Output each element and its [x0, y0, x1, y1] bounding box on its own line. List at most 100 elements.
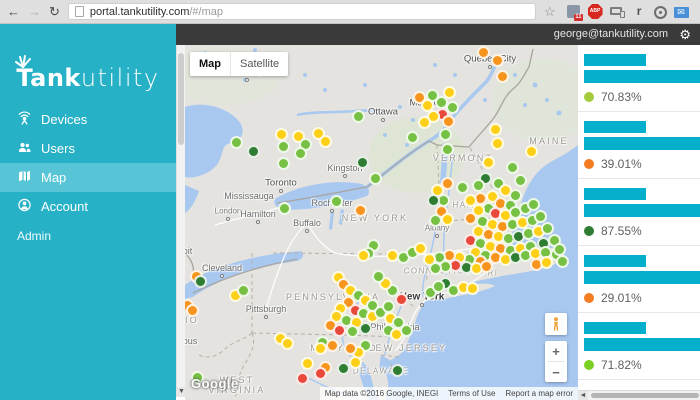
device-marker[interactable] — [333, 324, 346, 337]
device-marker[interactable] — [540, 256, 553, 269]
device-marker[interactable] — [314, 367, 327, 380]
device-marker[interactable] — [477, 46, 490, 59]
device-list-item[interactable]: 70.83% — [578, 45, 700, 112]
device-marker[interactable] — [354, 204, 367, 217]
device-marker[interactable] — [369, 172, 382, 185]
vertical-scrollbar-thumb[interactable] — [178, 53, 184, 145]
map-type-satellite-button[interactable]: Satellite — [231, 52, 288, 76]
url-bar[interactable]: portal.tankutility.com/#/map — [68, 3, 536, 20]
scroll-left-arrow-icon[interactable]: ◄ — [578, 391, 588, 400]
extension-badge-icon[interactable]: 11 — [566, 4, 581, 19]
vertical-scrollbar[interactable]: ▼ — [176, 45, 185, 397]
device-marker[interactable] — [414, 242, 427, 255]
sidebar-item-users[interactable]: Users — [0, 134, 176, 163]
device-marker[interactable] — [237, 284, 250, 297]
device-marker[interactable] — [359, 322, 372, 335]
browser-back-button[interactable]: ← — [7, 5, 20, 18]
device-marker[interactable] — [527, 198, 540, 211]
device-marker[interactable] — [464, 212, 477, 225]
device-marker[interactable] — [344, 342, 357, 355]
device-marker[interactable] — [541, 222, 554, 235]
sidebar-item-map[interactable]: Map — [0, 163, 176, 192]
terms-of-use-link[interactable]: Terms of Use — [448, 389, 495, 398]
device-list-item[interactable]: 29.01% — [578, 246, 700, 313]
device-marker[interactable] — [556, 255, 569, 268]
device-marker[interactable] — [186, 304, 199, 317]
device-marker[interactable] — [281, 337, 294, 350]
device-marker[interactable] — [472, 179, 485, 192]
horizontal-scrollbar-thumb[interactable] — [591, 393, 699, 398]
device-marker[interactable] — [432, 280, 445, 293]
device-marker[interactable] — [429, 262, 442, 275]
device-marker[interactable] — [441, 213, 454, 226]
device-marker[interactable] — [441, 177, 454, 190]
device-marker[interactable] — [525, 145, 538, 158]
bookmark-star-icon[interactable]: ☆ — [544, 5, 556, 18]
device-marker[interactable] — [301, 357, 314, 370]
device-marker[interactable] — [441, 143, 454, 156]
device-marker[interactable] — [466, 282, 479, 295]
settings-gear-icon[interactable]: ⚙ — [679, 24, 691, 45]
device-marker[interactable] — [491, 54, 504, 67]
device-marker[interactable] — [275, 128, 288, 141]
device-marker[interactable] — [400, 324, 413, 337]
browser-forward-button[interactable]: → — [28, 5, 41, 18]
device-marker[interactable] — [357, 249, 370, 262]
horizontal-scrollbar[interactable]: ◄ — [578, 390, 700, 400]
device-marker[interactable] — [277, 157, 290, 170]
extension-letter-icon[interactable]: r — [632, 4, 647, 19]
extension-target-icon[interactable] — [654, 6, 667, 19]
map-type-map-button[interactable]: Map — [190, 52, 231, 76]
sidebar-item-devices[interactable]: Devices — [0, 105, 176, 134]
device-marker[interactable] — [330, 195, 343, 208]
device-marker[interactable] — [534, 210, 547, 223]
device-marker[interactable] — [439, 128, 452, 141]
zoom-in-button[interactable]: + — [545, 341, 567, 361]
extension-mail-icon[interactable]: ✉ — [674, 7, 689, 18]
device-marker[interactable] — [443, 86, 456, 99]
device-marker[interactable] — [496, 70, 509, 83]
device-marker[interactable] — [294, 147, 307, 160]
device-marker[interactable] — [356, 156, 369, 169]
device-marker[interactable] — [446, 101, 459, 114]
device-marker[interactable] — [319, 135, 332, 148]
zoom-out-button[interactable]: − — [545, 362, 567, 382]
sidebar-item-account[interactable]: Account — [0, 192, 176, 221]
report-map-error-link[interactable]: Report a map error — [505, 389, 573, 398]
device-marker[interactable] — [230, 136, 243, 149]
device-marker[interactable] — [382, 300, 395, 313]
device-marker[interactable] — [491, 137, 504, 150]
sidebar-item-admin[interactable]: Admin — [0, 221, 176, 250]
device-marker[interactable] — [349, 356, 362, 369]
device-list-item[interactable]: 39.01% — [578, 112, 700, 179]
map-canvas[interactable]: SudburyOttawaMontrealQuebec CityKingston… — [185, 45, 578, 400]
device-marker[interactable] — [247, 145, 260, 158]
device-marker[interactable] — [480, 260, 493, 273]
device-marker[interactable] — [514, 174, 527, 187]
device-list-item[interactable]: 87.55% — [578, 179, 700, 246]
extension-devices-icon[interactable] — [610, 4, 625, 19]
device-marker[interactable] — [442, 115, 455, 128]
device-marker[interactable] — [506, 161, 519, 174]
device-marker[interactable] — [372, 270, 385, 283]
device-marker[interactable] — [337, 362, 350, 375]
device-marker[interactable] — [326, 339, 339, 352]
device-marker[interactable] — [406, 131, 419, 144]
device-marker[interactable] — [194, 275, 207, 288]
device-marker[interactable] — [418, 116, 431, 129]
device-list-item[interactable]: 71.82% — [578, 313, 700, 380]
street-view-pegman[interactable] — [545, 313, 567, 335]
device-marker[interactable] — [296, 372, 309, 385]
device-marker[interactable] — [553, 243, 566, 256]
device-marker[interactable] — [346, 325, 359, 338]
device-marker[interactable] — [278, 202, 291, 215]
device-marker[interactable] — [489, 123, 502, 136]
device-marker[interactable] — [277, 140, 290, 153]
device-marker[interactable] — [482, 156, 495, 169]
device-marker[interactable] — [456, 181, 469, 194]
device-marker[interactable] — [429, 214, 442, 227]
browser-refresh-button[interactable]: ↻ — [49, 5, 60, 18]
device-marker[interactable] — [352, 110, 365, 123]
extension-abp-icon[interactable]: ABP — [588, 4, 603, 19]
device-marker[interactable] — [391, 364, 404, 377]
